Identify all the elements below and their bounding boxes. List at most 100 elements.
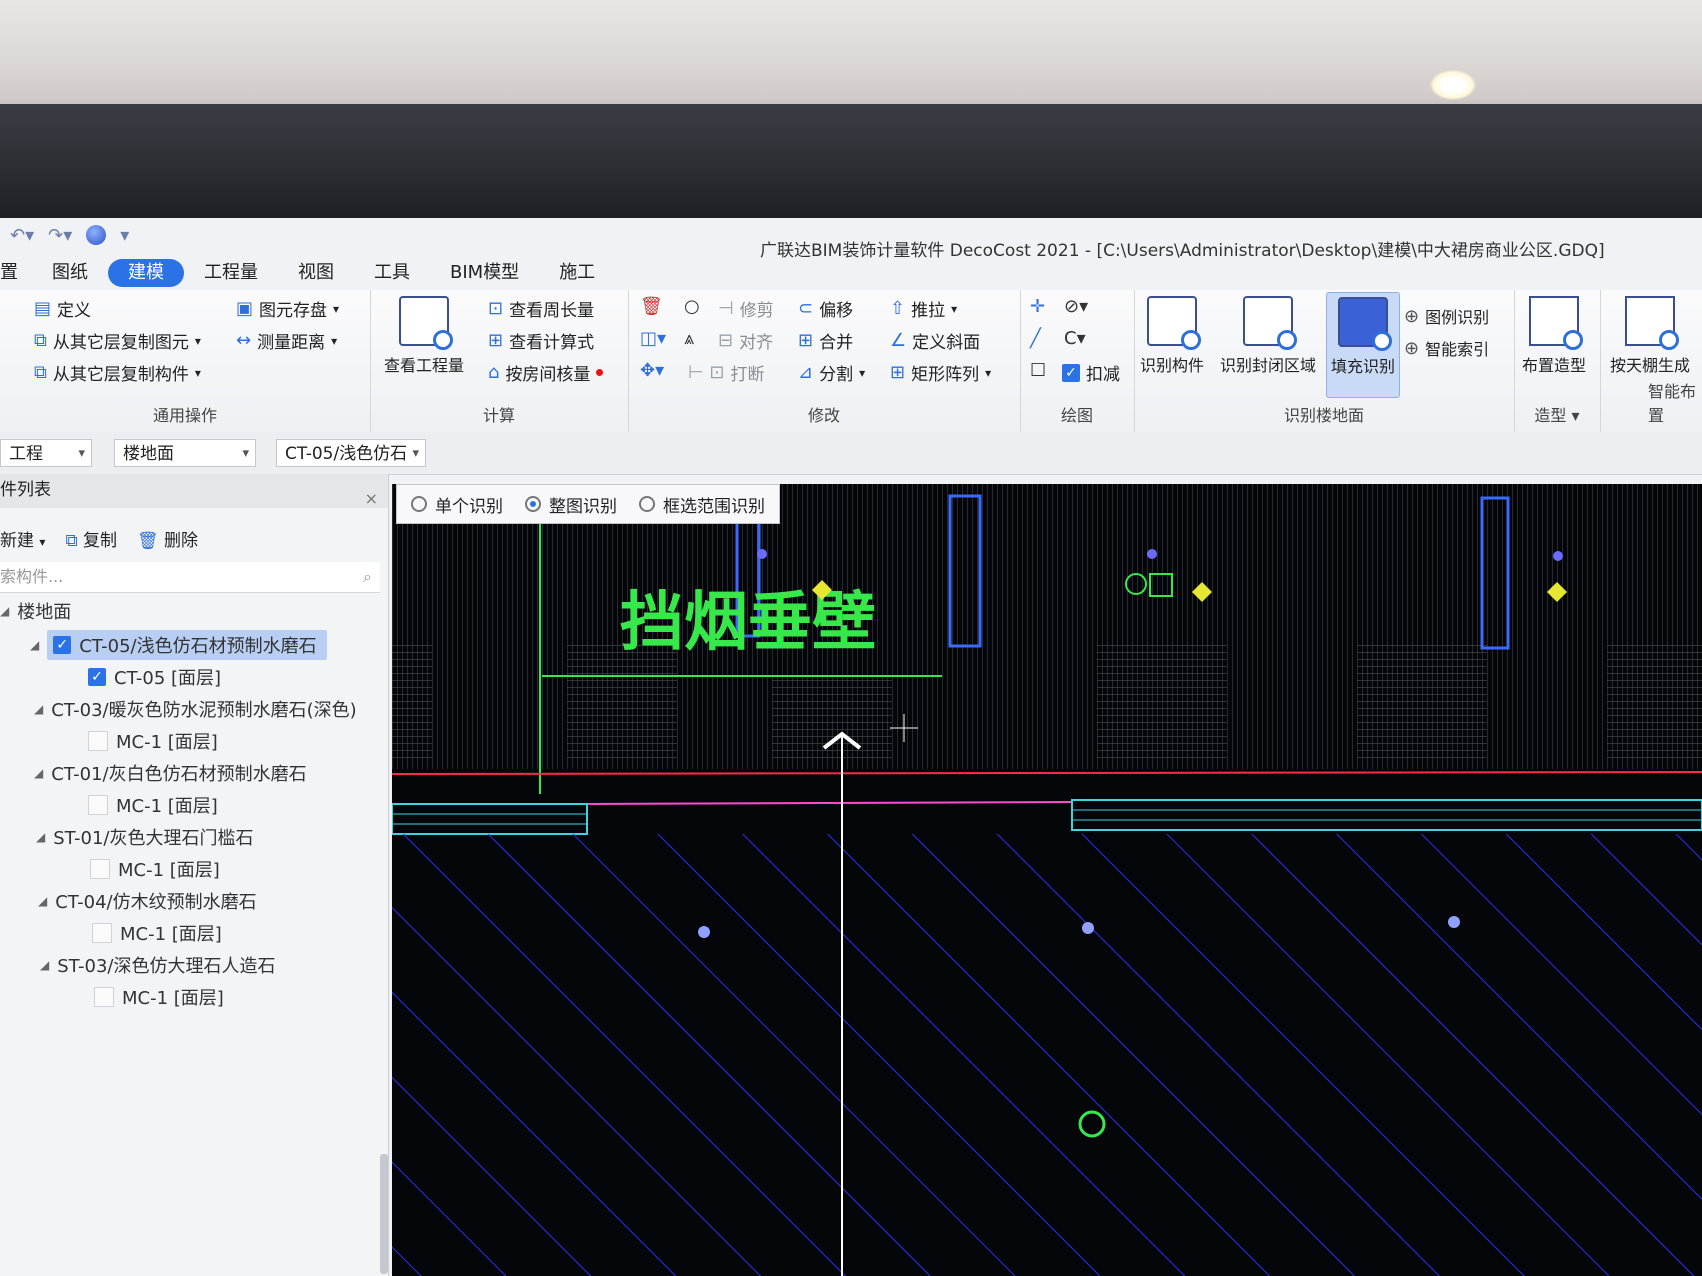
legend-recognize-button[interactable]: ⊕ 图例识别 [1404,304,1489,328]
customize-icon[interactable]: ▾ [120,225,129,246]
checkbox[interactable] [88,731,108,751]
ruler-icon: ↔ [236,330,252,351]
project-select[interactable]: 工程 [0,439,92,468]
cad-canvas[interactable]: 挡烟垂壁 [392,484,1702,1276]
mode-whole-label[interactable]: 整图识别 [549,492,617,517]
move-tool-button[interactable]: ✥▾ [640,360,664,381]
check-icon[interactable]: ✓ [88,668,106,686]
rotate-tool-button[interactable]: ○ [684,296,700,317]
deduct-checkbox[interactable]: ✓ 扣减 [1062,360,1120,385]
tree-item[interactable]: ◢ ST-03/深色仿大理石人造石 [40,952,275,978]
undo-icon[interactable]: ↶▾ [10,225,34,246]
tab-quantity[interactable]: 工程量 [184,259,278,287]
recognize-closed-area-button[interactable]: 识别封闭区域 [1220,296,1316,376]
split-button[interactable]: ⊿ 分割 ▾ [798,360,865,385]
copy-component-button[interactable]: ⧉ 从其它层复制构件 ▾ [34,360,201,385]
component-list-panel: 件列表 × 新建 ▾ ⧉ 复制 🗑 删除 索构件... ⌕ ◢ 楼地面 ◢ ✓ CT… [0,474,389,1276]
radio-single[interactable] [411,496,427,512]
tree-child[interactable]: MC-1 [面层] [90,856,220,882]
view-quantity-button[interactable]: 查看工程量 [384,296,464,376]
save-elements-button[interactable]: ▣ 图元存盘 ▾ [236,296,339,321]
smart-index-button[interactable]: ⊕ 智能索引 [1404,336,1489,360]
view-perimeter-button[interactable]: ⊡ 查看周长量 [488,296,594,321]
cad-drawing: 挡烟垂壁 [392,484,1702,1276]
app-orb-icon[interactable] [86,225,107,245]
align-button[interactable]: ⊟ 对齐 [718,328,773,353]
tab-tools[interactable]: 工具 [354,259,430,287]
close-icon[interactable]: × [365,474,378,524]
arc-tool-button[interactable]: C▾ [1064,328,1086,349]
view-formula-button[interactable]: ⊞ 查看计算式 [488,328,594,353]
delete-tool-button[interactable]: 🗑 [640,296,663,317]
tree-child[interactable]: MC-1 [面层] [88,728,218,754]
mirror-tool-button[interactable]: ⩓ [684,328,694,349]
check-icon[interactable]: ✓ [53,636,72,654]
closed-area-icon [1243,296,1297,350]
tree-item[interactable]: ◢ CT-01/灰白色仿石材预制水磨石 [34,760,307,786]
check-by-room-button[interactable]: ⌂ 按房间核量 [488,360,604,385]
copy-button[interactable]: ⧉ 复制 [65,526,117,551]
search-input[interactable]: 索构件... ⌕ [0,562,380,593]
component-select[interactable]: CT-05/浅色仿石 [276,439,426,467]
tree-item[interactable]: ◢ CT-04/仿木纹预制水磨石 [38,888,257,914]
push-pull-button[interactable]: ⇧ 推拉 ▾ [890,296,957,321]
redo-icon[interactable]: ↷▾ [48,225,72,246]
merge-icon: ⊞ [798,330,814,351]
rect-tool-button[interactable]: ☐ [1030,360,1046,381]
floor-type-select[interactable]: 楼地面 [114,439,256,468]
radio-whole[interactable] [525,496,541,512]
tab-drawing[interactable]: 图纸 [32,259,108,287]
break-button[interactable]: ⊢ ⊡ 打断 [688,360,764,385]
tree-child[interactable]: MC-1 [面层] [88,792,218,818]
check-icon: ✓ [1062,363,1080,382]
marker-dot [698,926,710,938]
rect-icon: ☐ [1030,360,1047,381]
tab-view[interactable]: 视图 [278,259,354,287]
define-slope-button[interactable]: ∠ 定义斜面 [890,328,980,353]
split-icon: ⊿ [798,362,814,383]
tree-item[interactable]: ◢ ST-01/灰色大理石门槛石 [36,824,253,850]
tree-root[interactable]: ◢ 楼地面 [0,598,71,624]
tree-child[interactable]: MC-1 [面层] [94,984,224,1010]
trim-button[interactable]: ⊣ 修剪 [718,296,774,321]
checkbox[interactable] [90,859,110,879]
merge-button[interactable]: ⊞ 合并 [798,328,853,353]
rect-array-button[interactable]: ⊞ 矩形阵列 ▾ [890,360,991,385]
circle-tool-button[interactable]: ⊘▾ [1064,296,1088,317]
new-button[interactable]: 新建 ▾ [0,526,45,551]
magenta-line [586,801,1073,805]
line-tool-button[interactable]: ╱ [1030,328,1041,349]
panel-scrollbar[interactable] [380,1154,388,1274]
mode-box-label[interactable]: 框选范围识别 [663,492,765,517]
cyan-threshold [392,803,588,835]
tab-modeling[interactable]: 建模 [108,259,184,287]
offset-button[interactable]: ⊂ 偏移 [798,296,853,321]
red-boundary-line [392,771,1702,775]
tree-item[interactable]: ◢ ✓ CT-05/浅色仿石材预制水磨石 [30,630,327,660]
point-icon: ✛ [1030,296,1046,317]
gen-by-ceiling-button[interactable]: 按天棚生成 [1610,296,1690,376]
tree-item[interactable]: ◢ CT-03/暖灰色防水泥预制水磨石(深色) [34,696,357,722]
cube-icon [1529,296,1583,350]
copy-from-layer-button[interactable]: ⧉ 从其它层复制图元 ▾ [34,328,201,353]
radio-box[interactable] [639,496,655,512]
checkbox[interactable] [94,987,114,1007]
tree-child[interactable]: MC-1 [面层] [92,920,222,946]
tab-construction[interactable]: 施工 [539,259,615,287]
checkbox[interactable] [92,923,112,943]
place-shape-button[interactable]: 布置造型 [1522,296,1586,376]
checkbox[interactable] [88,795,108,815]
delete-button[interactable]: 🗑 删除 [137,526,198,551]
tab-bim-model[interactable]: BIM模型 [430,259,539,287]
group-shape: 布置造型 造型 ▾ [1514,290,1601,432]
search-icon[interactable]: ⌕ [363,562,372,592]
mode-single-label[interactable]: 单个识别 [435,492,503,517]
measure-distance-button[interactable]: ↔ 测量距离 ▾ [236,328,337,353]
copy-tool-button[interactable]: ◫▾ [640,328,666,349]
fill-recognize-button[interactable]: 填充识别 [1326,292,1401,398]
tab-0[interactable]: 置 [0,259,32,287]
define-button[interactable]: ▤ 定义 [34,296,91,321]
tree-child[interactable]: ✓ CT-05 [面层] [88,664,221,690]
recognize-component-button[interactable]: 识别构件 [1140,296,1204,376]
point-tool-button[interactable]: ✛ [1030,296,1045,317]
